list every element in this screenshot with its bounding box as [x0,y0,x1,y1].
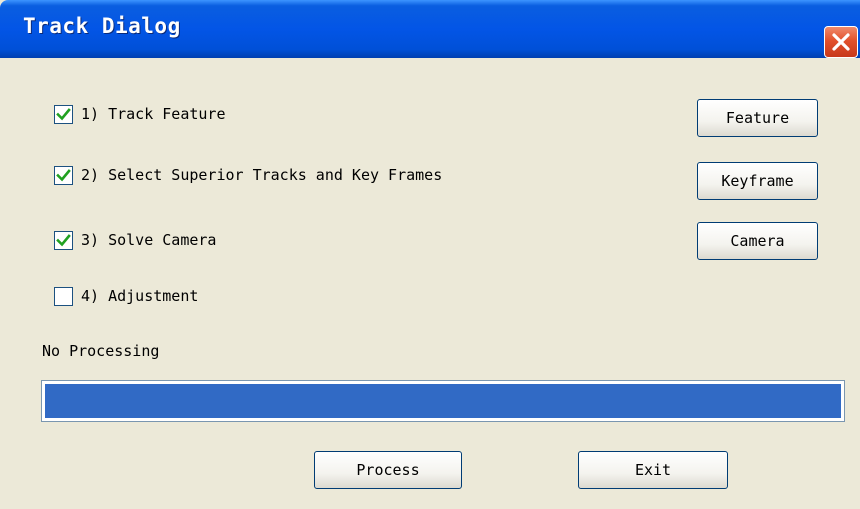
track-feature-label: 1) Track Feature [81,105,226,123]
track-dialog-window: Track Dialog 1) Track Feature 2) Select … [0,0,860,509]
camera-button[interactable]: Camera [697,222,818,260]
step-solve-camera[interactable]: 3) Solve Camera [54,229,216,251]
exit-button[interactable]: Exit [578,451,728,489]
process-button[interactable]: Process [314,451,462,489]
status-text: No Processing [42,342,160,360]
track-feature-checkbox[interactable] [54,104,73,124]
solve-camera-checkbox[interactable] [54,230,73,250]
checkmark-icon [56,107,71,120]
close-button[interactable] [824,26,858,58]
progress-fill [45,384,841,418]
feature-button[interactable]: Feature [697,99,818,137]
select-tracks-label: 2) Select Superior Tracks and Key Frames [81,166,443,184]
solve-camera-label: 3) Solve Camera [81,231,217,249]
step-adjustment[interactable]: 4) Adjustment [54,285,198,307]
progress-bar [41,380,845,422]
window-title: Track Dialog [23,14,181,38]
adjustment-label: 4) Adjustment [81,287,199,305]
step-select-tracks[interactable]: 2) Select Superior Tracks and Key Frames [54,164,442,186]
checkmark-icon [56,168,71,181]
select-tracks-checkbox[interactable] [54,165,73,185]
close-icon [832,33,850,51]
checkmark-icon [56,233,71,246]
title-bar[interactable]: Track Dialog [0,0,860,58]
adjustment-checkbox[interactable] [54,286,73,306]
keyframe-button[interactable]: Keyframe [697,162,818,200]
step-track-feature[interactable]: 1) Track Feature [54,103,226,125]
